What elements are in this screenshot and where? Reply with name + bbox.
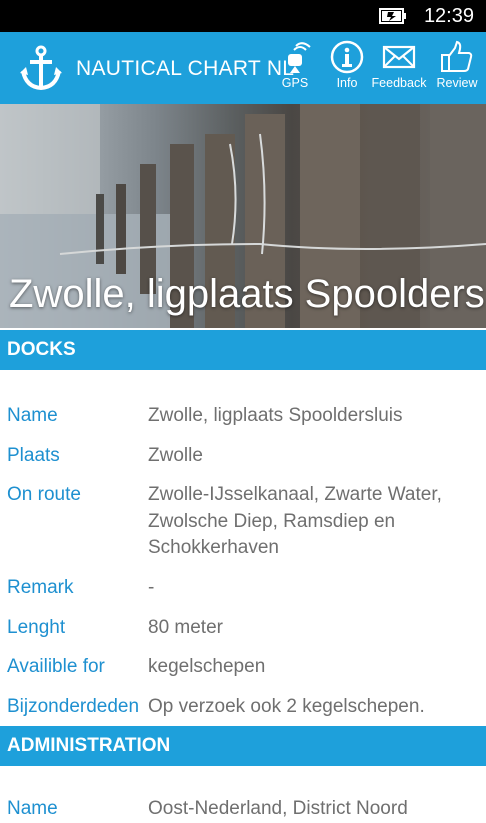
row-value: Zwolle-IJsselkanaal, Zwarte Water, Zwols…: [148, 484, 442, 558]
row-key: On route: [7, 484, 81, 505]
review-label: Review: [436, 76, 478, 90]
feedback-label: Feedback: [371, 76, 427, 90]
row-value: 80 meter: [148, 617, 223, 638]
row-key: Plaats: [7, 445, 60, 466]
row-value: Zwolle: [148, 445, 203, 466]
gps-button[interactable]: GPS: [266, 40, 324, 100]
row-key: Name: [7, 405, 58, 426]
gps-icon: [288, 42, 311, 73]
feedback-button[interactable]: Feedback: [370, 40, 428, 100]
row-key: Remark: [7, 577, 74, 598]
row-key: Bijzonderdeden: [7, 696, 140, 717]
info-label: Info: [336, 76, 358, 90]
hero-title: Zwolle, ligplaats Spoolders: [9, 272, 485, 316]
row-value: Zwolle, ligplaats Spooldersluis: [148, 405, 403, 426]
administration-section-header: ADMINISTRATION: [0, 726, 486, 766]
clock: 12:39: [423, 5, 474, 27]
app-bar: NAUTICAL CHART NL GPS Info Feedback Revi…: [0, 32, 486, 104]
status-bar: 12:39: [0, 0, 486, 32]
docks-section-header: DOCKS: [0, 330, 486, 370]
info-button[interactable]: Info: [318, 40, 376, 100]
review-button[interactable]: Review: [428, 40, 486, 100]
battery-charging-icon: [379, 8, 406, 24]
envelope-icon: [382, 45, 416, 69]
hero-photo: Zwolle, ligplaats Spoolders: [0, 104, 486, 328]
anchor-icon: [20, 45, 62, 91]
row-value: Oost-Nederland, District Noord: [148, 798, 408, 819]
info-icon: [330, 40, 364, 74]
row-key: Name: [7, 798, 58, 819]
row-key: Availible for: [7, 656, 105, 677]
thumbs-up-icon: [441, 40, 473, 72]
row-value: kegelschepen: [148, 656, 266, 677]
gps-label: GPS: [281, 76, 309, 90]
row-value: Op verzoek ook 2 kegelschepen.: [148, 696, 425, 717]
app-title: NAUTICAL CHART NL: [76, 57, 295, 80]
row-key: Lenght: [7, 617, 66, 638]
row-value: -: [148, 577, 155, 598]
